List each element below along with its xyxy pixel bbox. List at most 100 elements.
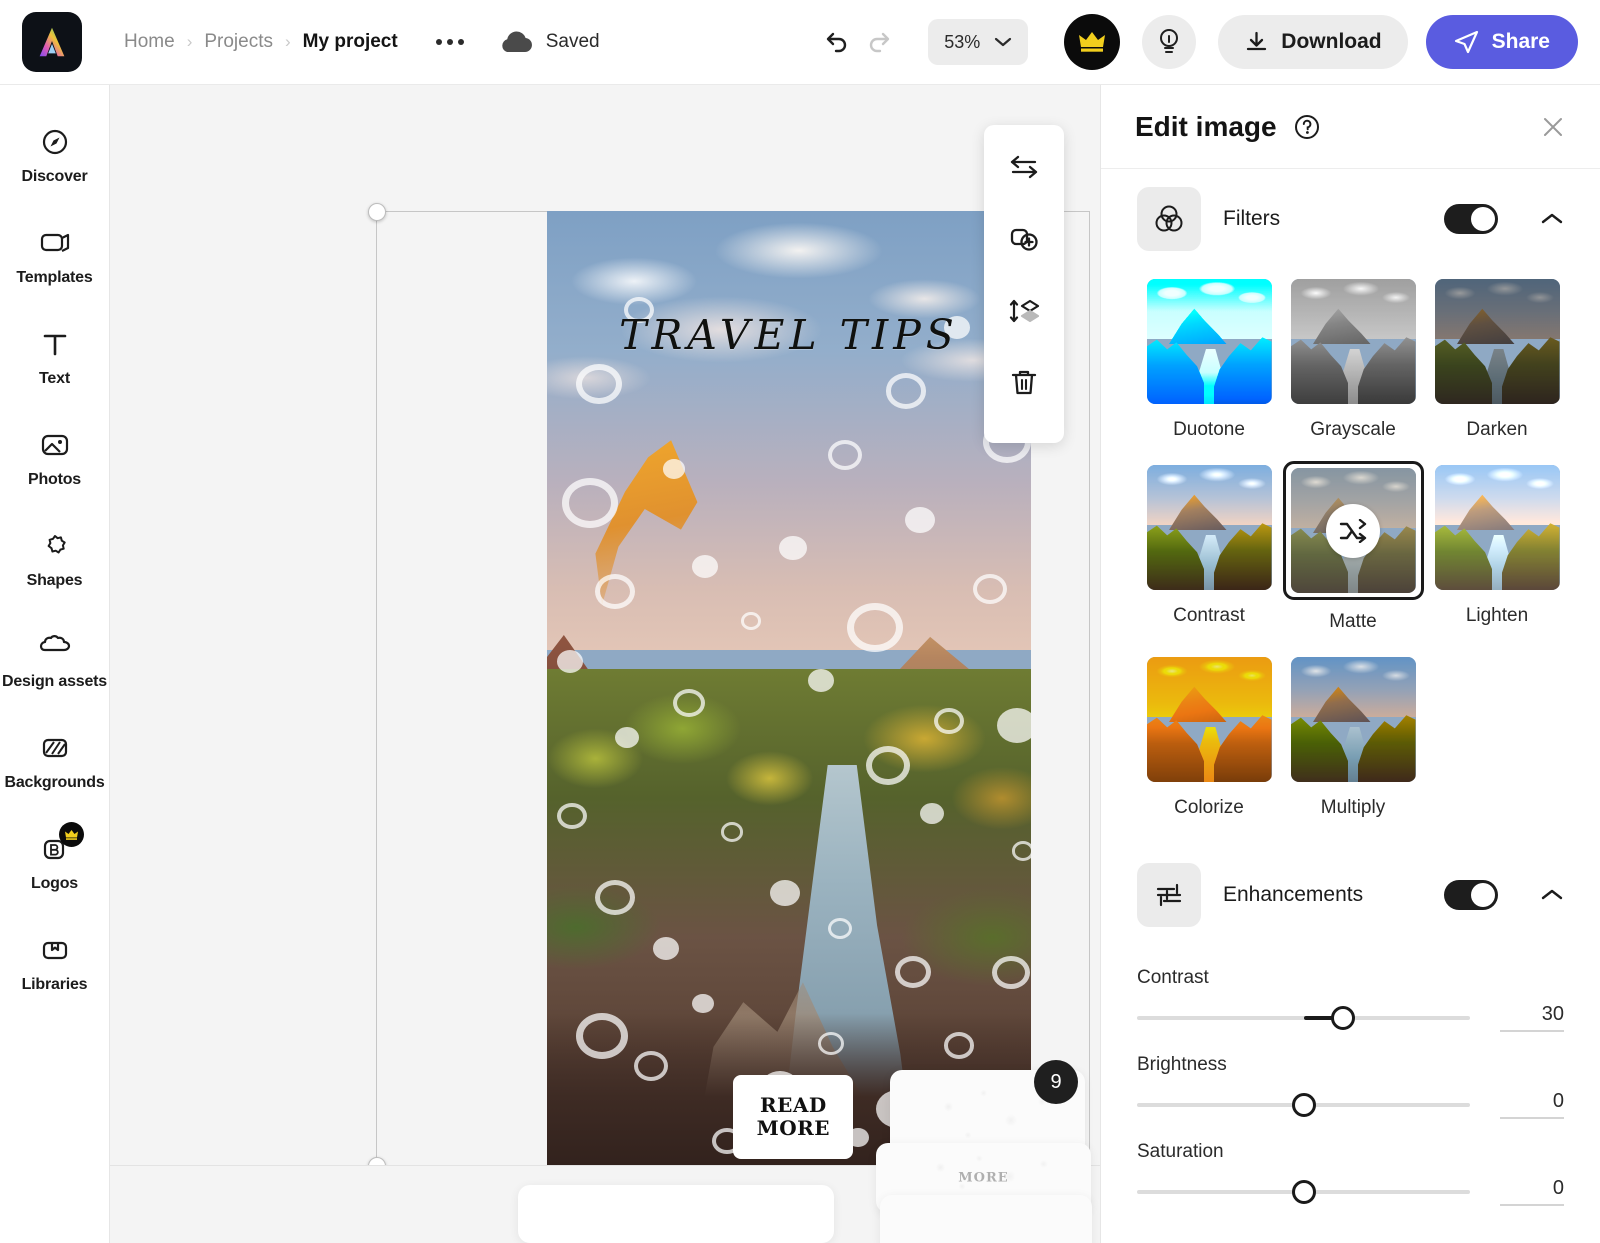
enhancements-collapse-chevron-up-icon[interactable] [1540, 887, 1564, 903]
sidebar-item-discover[interactable]: Discover [1, 115, 109, 196]
decorative-dot [663, 459, 686, 479]
filters-collapse-chevron-up-icon[interactable] [1540, 211, 1564, 227]
sidebar-item-backgrounds[interactable]: Backgrounds [1, 721, 109, 802]
decorative-ring [847, 602, 904, 652]
sidebar-item-shapes[interactable]: Shapes [1, 519, 109, 600]
crown-icon [64, 829, 78, 840]
slider-label: Brightness [1137, 1054, 1227, 1075]
share-button[interactable]: Share [1425, 15, 1578, 69]
arrange-button[interactable] [996, 283, 1052, 339]
help-icon[interactable] [1293, 113, 1321, 141]
design-title-text[interactable]: TRAVEL TIPS [547, 311, 1031, 359]
filter-label: Duotone [1173, 419, 1245, 440]
filter-option-colorize[interactable]: Colorize [1137, 653, 1281, 819]
filter-option-contrast[interactable]: Contrast [1137, 461, 1281, 633]
slider-value-brightness[interactable]: 0 [1500, 1090, 1564, 1119]
cta-line-2: MORE [756, 1116, 831, 1141]
breadcrumb-item-projects[interactable]: Projects [194, 31, 283, 53]
sidebar-item-photos[interactable]: Photos [1, 418, 109, 499]
filter-label: Contrast [1173, 605, 1245, 626]
filters-toggle[interactable] [1444, 204, 1498, 234]
filter-label: Multiply [1320, 797, 1386, 818]
sidebar-label: Backgrounds [4, 774, 105, 791]
libraries-icon [38, 933, 72, 967]
slider-handle-contrast[interactable] [1331, 1005, 1356, 1030]
slider-handle-saturation[interactable] [1291, 1179, 1316, 1204]
filter-thumbnail[interactable] [1146, 657, 1272, 782]
filter-option-duotone[interactable]: Duotone [1137, 275, 1281, 441]
enhancements-sliders-icon [1137, 863, 1201, 927]
slider-row-contrast: Contrast 30 [1101, 967, 1600, 1032]
sidebar-label: Discover [21, 168, 88, 185]
decorative-ring [885, 373, 926, 409]
sidebar-item-text[interactable]: Text [1, 317, 109, 398]
sidebar-label: Shapes [26, 572, 83, 589]
slider-track-contrast[interactable] [1137, 1005, 1470, 1030]
slider-value-saturation[interactable]: 0 [1500, 1177, 1564, 1206]
slider-track-saturation[interactable] [1137, 1179, 1470, 1204]
delete-button[interactable] [996, 355, 1052, 411]
download-button[interactable]: Download [1218, 15, 1408, 69]
filter-thumbnail[interactable] [1290, 279, 1416, 404]
filter-option-darken[interactable]: Darken [1425, 275, 1569, 441]
slider-track-brightness[interactable] [1137, 1092, 1470, 1117]
read-more-cta-button[interactable]: READ MORE [733, 1075, 854, 1160]
breadcrumb-separator-icon: › [186, 32, 193, 51]
filter-thumbnail[interactable] [1146, 465, 1272, 590]
crown-icon [1079, 32, 1106, 52]
app-logo[interactable] [22, 12, 82, 72]
decorative-ring [866, 745, 911, 785]
slider-label: Saturation [1137, 1141, 1224, 1162]
panel-title: Edit image [1135, 110, 1277, 142]
filter-option-matte[interactable]: Matte [1281, 461, 1425, 633]
page-thumbnail-ghost[interactable] [518, 1185, 834, 1243]
page-thumbnail-ghost[interactable] [880, 1195, 1092, 1243]
design-artboard[interactable]: TRAVEL TIPS READ MORE [547, 211, 1031, 1166]
slider-value-contrast[interactable]: 30 [1500, 1003, 1564, 1032]
sidebar-item-templates[interactable]: Templates [1, 216, 109, 297]
filter-option-lighten[interactable]: Lighten [1425, 461, 1569, 633]
slider-label: Contrast [1137, 967, 1209, 988]
decorative-dot [614, 726, 639, 748]
more-options-button[interactable] [430, 31, 470, 53]
filter-preview-image [1290, 657, 1416, 782]
filter-thumbnail[interactable] [1146, 279, 1272, 404]
premium-avatar-button[interactable] [1064, 14, 1121, 70]
zoom-level-selector[interactable]: 53% [928, 19, 1029, 65]
filters-icon [1137, 187, 1201, 251]
enhancements-toggle[interactable] [1444, 880, 1498, 910]
selection-handle-top-left[interactable] [368, 203, 386, 221]
sidebar-item-libraries[interactable]: Libraries [1, 923, 109, 1004]
ellipsis-dot [435, 39, 442, 45]
redo-button[interactable] [858, 19, 904, 65]
filters-section-label: Filters [1223, 207, 1281, 230]
arrange-layer-icon [1009, 299, 1040, 323]
decorative-dot [997, 707, 1031, 743]
decorative-dot [905, 507, 936, 534]
breadcrumb-item-home[interactable]: Home [114, 31, 185, 53]
cta-line-1: READ [759, 1092, 827, 1117]
close-panel-button[interactable] [1540, 114, 1566, 140]
tips-button[interactable] [1142, 15, 1197, 69]
undo-button[interactable] [812, 19, 858, 65]
sidebar-label: Text [39, 370, 70, 387]
slider-handle-brightness[interactable] [1291, 1092, 1316, 1117]
duplicate-button[interactable] [996, 211, 1052, 267]
enhancement-sliders: Contrast 30 Brightness 0 Saturation 0 [1101, 967, 1600, 1206]
canvas-workspace[interactable]: TRAVEL TIPS READ MORE MORE 9 [110, 85, 1100, 1243]
sidebar-item-design-assets[interactable]: Design assets [1, 620, 109, 701]
sidebar-item-logos[interactable]: Logos [1, 822, 109, 903]
replace-media-button[interactable] [996, 139, 1052, 195]
filter-option-grayscale[interactable]: Grayscale [1281, 275, 1425, 441]
flip-swap-icon [1010, 155, 1038, 179]
breadcrumb-item-current-project[interactable]: My project [293, 31, 408, 53]
sidebar-label: Photos [27, 471, 82, 488]
filter-thumbnail[interactable] [1290, 657, 1416, 782]
filter-thumbnail[interactable] [1434, 279, 1560, 404]
filter-thumbnail[interactable] [1434, 465, 1560, 590]
ellipsis-dot [446, 39, 453, 45]
shuffle-filter-icon[interactable] [1326, 503, 1380, 558]
filter-option-multiply[interactable]: Multiply [1281, 653, 1425, 819]
page-count-badge[interactable]: 9 [1034, 1060, 1078, 1104]
filter-thumbnail[interactable] [1290, 468, 1416, 593]
